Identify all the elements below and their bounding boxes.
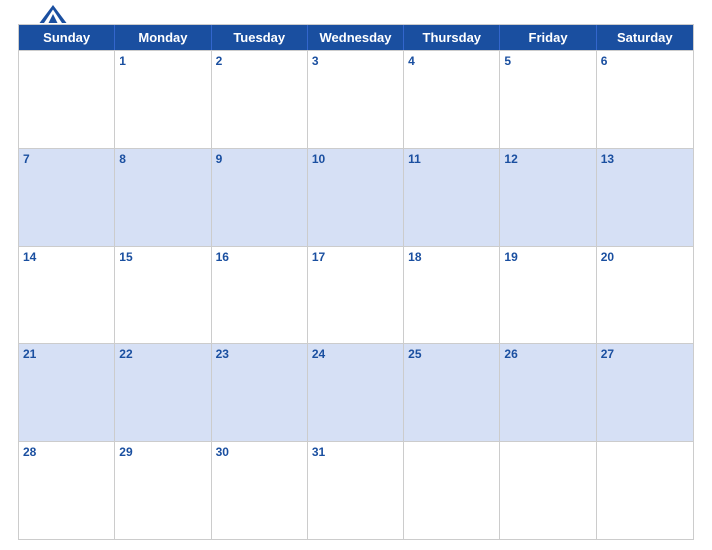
day-number: 18 bbox=[408, 250, 495, 264]
cal-cell: 14 bbox=[19, 247, 115, 344]
day-number: 29 bbox=[119, 445, 206, 459]
day-number: 30 bbox=[216, 445, 303, 459]
cal-cell: 29 bbox=[115, 442, 211, 539]
calendar-header: SundayMondayTuesdayWednesdayThursdayFrid… bbox=[19, 25, 693, 50]
cal-cell: 24 bbox=[308, 344, 404, 441]
week-row-1: 789 10 11 12 13 bbox=[19, 148, 693, 246]
day-number: 20 bbox=[601, 250, 689, 264]
cal-cell: 28 bbox=[19, 442, 115, 539]
day-number: 11 bbox=[408, 152, 495, 166]
header-cell-saturday: Saturday bbox=[597, 25, 693, 50]
cal-cell: 7 bbox=[19, 149, 115, 246]
cal-cell bbox=[19, 51, 115, 148]
cal-cell: 30 bbox=[212, 442, 308, 539]
cal-cell: 1 bbox=[115, 51, 211, 148]
cal-cell bbox=[404, 442, 500, 539]
cal-cell: 4 bbox=[404, 51, 500, 148]
day-number: 2 bbox=[216, 54, 303, 68]
header-cell-sunday: Sunday bbox=[19, 25, 115, 50]
week-row-4: 28 29 30 31 bbox=[19, 441, 693, 539]
day-number: 25 bbox=[408, 347, 495, 361]
day-number: 1 bbox=[119, 54, 206, 68]
day-number: 7 bbox=[23, 152, 110, 166]
cal-cell: 19 bbox=[500, 247, 596, 344]
cal-cell: 5 bbox=[500, 51, 596, 148]
day-number: 4 bbox=[408, 54, 495, 68]
day-number: 13 bbox=[601, 152, 689, 166]
cal-cell: 3 bbox=[308, 51, 404, 148]
day-number: 22 bbox=[119, 347, 206, 361]
day-number: 21 bbox=[23, 347, 110, 361]
day-number: 16 bbox=[216, 250, 303, 264]
cal-cell: 10 bbox=[308, 149, 404, 246]
logo bbox=[18, 3, 88, 26]
cal-cell: 16 bbox=[212, 247, 308, 344]
cal-cell: 9 bbox=[212, 149, 308, 246]
page: SundayMondayTuesdayWednesdayThursdayFrid… bbox=[0, 0, 712, 550]
day-number: 31 bbox=[312, 445, 399, 459]
day-number: 12 bbox=[504, 152, 591, 166]
day-number: 24 bbox=[312, 347, 399, 361]
week-row-3: 21 22 23 24 25 26 27 bbox=[19, 343, 693, 441]
calendar-body: 1234567891011121314151617181920212223242… bbox=[19, 50, 693, 539]
cal-cell: 18 bbox=[404, 247, 500, 344]
cal-cell: 27 bbox=[597, 344, 693, 441]
day-number: 19 bbox=[504, 250, 591, 264]
day-number: 8 bbox=[119, 152, 206, 166]
day-number: 3 bbox=[312, 54, 399, 68]
cal-cell: 12 bbox=[500, 149, 596, 246]
day-number: 6 bbox=[601, 54, 689, 68]
week-row-0: 123456 bbox=[19, 50, 693, 148]
header-cell-monday: Monday bbox=[115, 25, 211, 50]
day-number: 15 bbox=[119, 250, 206, 264]
day-number: 27 bbox=[601, 347, 689, 361]
cal-cell: 20 bbox=[597, 247, 693, 344]
day-number: 5 bbox=[504, 54, 591, 68]
header bbox=[18, 10, 694, 18]
cal-cell bbox=[500, 442, 596, 539]
day-number: 28 bbox=[23, 445, 110, 459]
day-number: 26 bbox=[504, 347, 591, 361]
day-number: 9 bbox=[216, 152, 303, 166]
cal-cell: 21 bbox=[19, 344, 115, 441]
header-cell-wednesday: Wednesday bbox=[308, 25, 404, 50]
cal-cell: 23 bbox=[212, 344, 308, 441]
cal-cell: 22 bbox=[115, 344, 211, 441]
cal-cell: 26 bbox=[500, 344, 596, 441]
cal-cell: 25 bbox=[404, 344, 500, 441]
day-number: 17 bbox=[312, 250, 399, 264]
cal-cell: 31 bbox=[308, 442, 404, 539]
cal-cell: 17 bbox=[308, 247, 404, 344]
day-number: 14 bbox=[23, 250, 110, 264]
cal-cell bbox=[597, 442, 693, 539]
week-row-2: 14 15 16 17 18 19 20 bbox=[19, 246, 693, 344]
header-cell-tuesday: Tuesday bbox=[212, 25, 308, 50]
cal-cell: 8 bbox=[115, 149, 211, 246]
cal-cell: 13 bbox=[597, 149, 693, 246]
cal-cell: 6 bbox=[597, 51, 693, 148]
cal-cell: 2 bbox=[212, 51, 308, 148]
cal-cell: 15 bbox=[115, 247, 211, 344]
header-cell-friday: Friday bbox=[500, 25, 596, 50]
cal-cell: 11 bbox=[404, 149, 500, 246]
header-cell-thursday: Thursday bbox=[404, 25, 500, 50]
day-number: 23 bbox=[216, 347, 303, 361]
day-number: 10 bbox=[312, 152, 399, 166]
calendar: SundayMondayTuesdayWednesdayThursdayFrid… bbox=[18, 24, 694, 540]
logo-icon bbox=[38, 3, 68, 25]
